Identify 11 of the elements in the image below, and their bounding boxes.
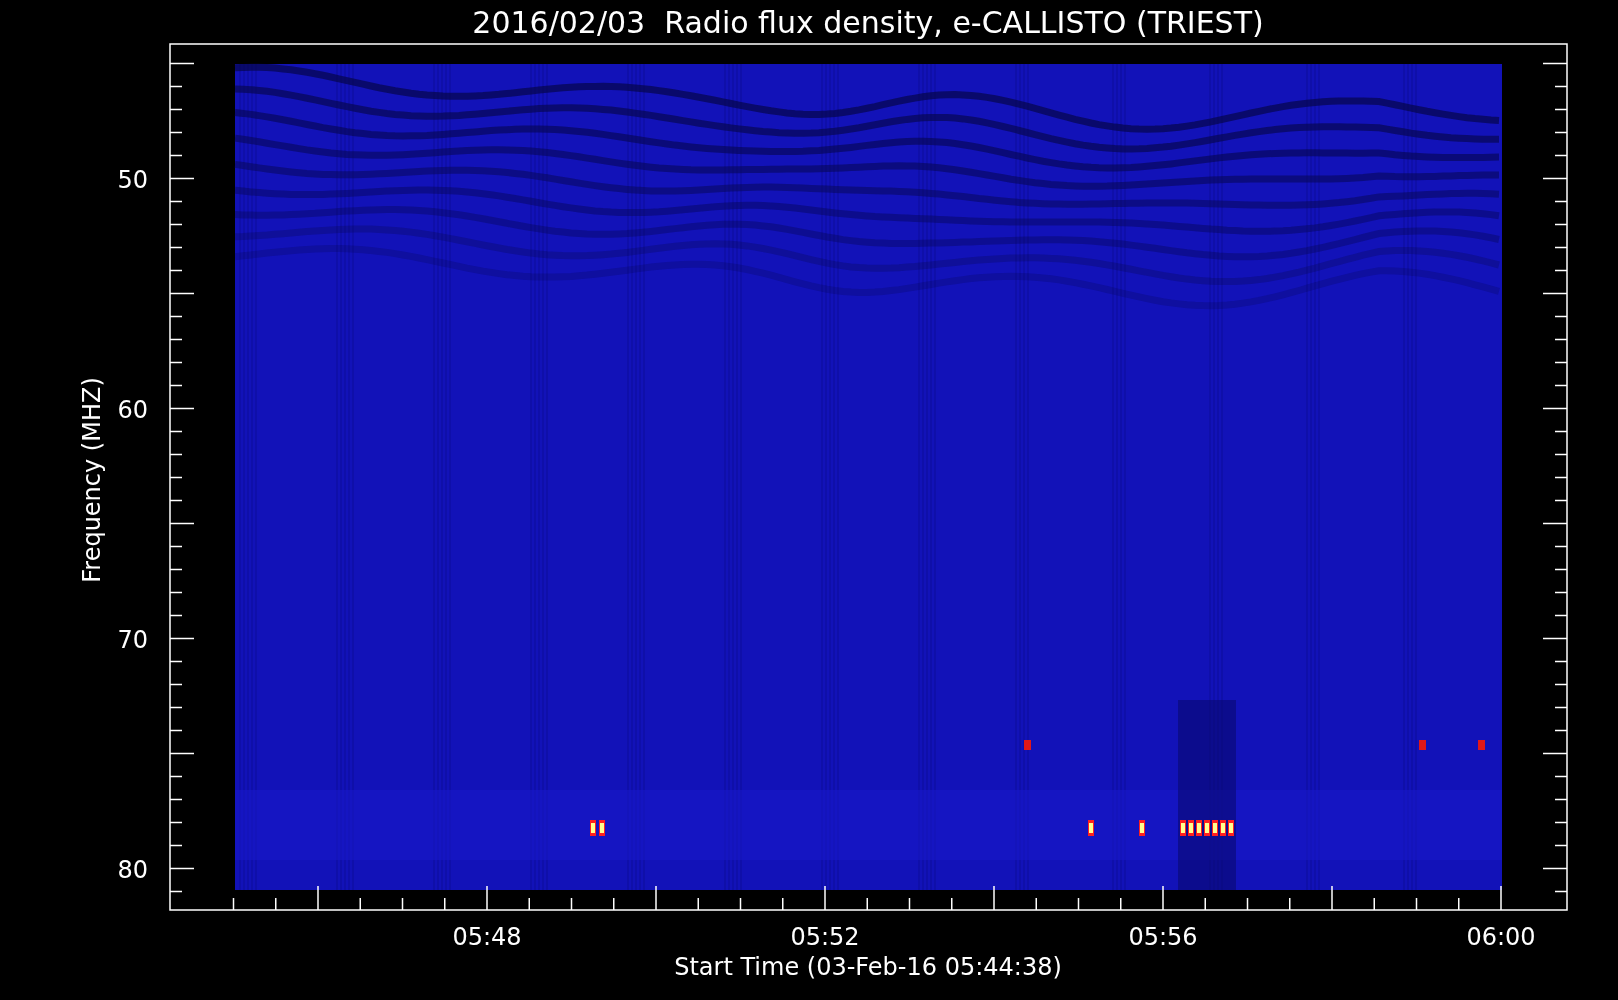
y-tick-label: 60 <box>117 395 148 424</box>
y-tick-label: 80 <box>117 855 148 884</box>
chart-title: 2016/02/03 Radio flux density, e-CALLISTO (TRIEST) <box>472 5 1264 40</box>
x-tick-label: 06:00 <box>1466 923 1536 951</box>
y-tick-label: 70 <box>117 625 148 654</box>
y-tick-label: 50 <box>117 165 148 194</box>
x-tick-label: 05:56 <box>1128 923 1198 951</box>
x-tick-label: 05:52 <box>790 923 860 951</box>
x-tick-label: 05:48 <box>452 923 522 951</box>
x-axis-label: Start Time (03-Feb-16 05:44:38) <box>674 953 1062 981</box>
y-axis-label: Frequency (MHZ) <box>78 377 106 583</box>
